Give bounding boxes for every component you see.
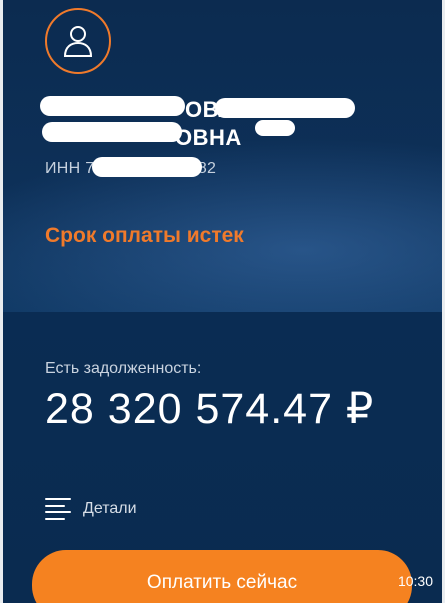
redaction-mark (42, 122, 182, 142)
details-button[interactable]: Детали (45, 498, 137, 520)
app-screen: ОВА ОВНА ИНН 75582 Срок оплаты истек Ест… (0, 0, 445, 603)
list-icon (45, 498, 71, 520)
overdue-status: Срок оплаты истек (45, 224, 244, 247)
avatar[interactable] (45, 8, 111, 74)
redaction-mark (92, 157, 202, 177)
debt-amount: 28 320 574.47 ₽ (45, 385, 375, 433)
details-label: Детали (83, 500, 137, 517)
user-icon (63, 26, 93, 57)
redaction-mark (215, 98, 355, 118)
redaction-mark (255, 120, 295, 136)
debt-label: Есть задолженность: (45, 360, 202, 377)
inn-prefix: ИНН 7 (45, 160, 95, 177)
pay-now-button[interactable]: Оплатить сейчас (32, 550, 412, 603)
redaction-mark (40, 96, 185, 116)
status-clock: 10:30 (397, 573, 433, 589)
